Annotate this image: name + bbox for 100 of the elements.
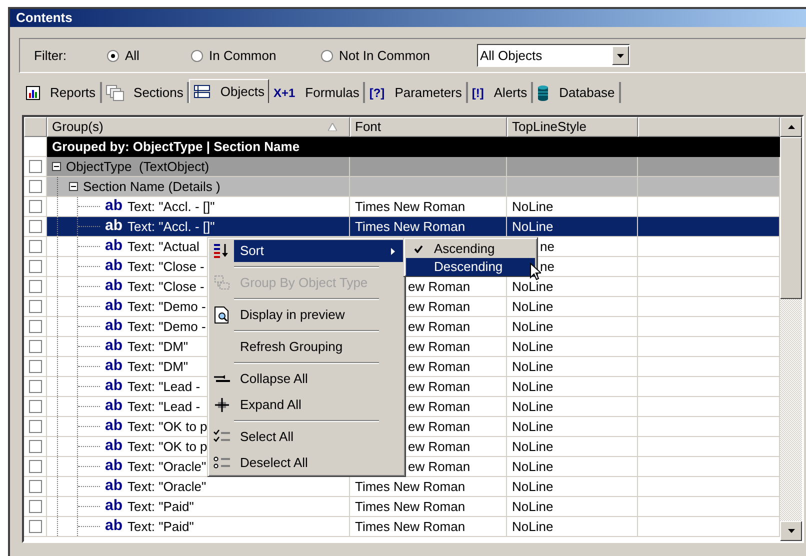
tab-symbol: [!]: [472, 84, 484, 102]
scroll-up-button[interactable]: [780, 117, 802, 137]
table-cell-text: NoLine: [512, 218, 554, 236]
row-checkbox[interactable]: [28, 400, 42, 413]
table-cell-text: NoLine: [512, 378, 554, 396]
table-cell-text: ne: [540, 258, 554, 276]
table-cell-text: ne: [540, 238, 554, 256]
scroll-thumb[interactable]: [780, 137, 802, 299]
group-icon: [213, 274, 231, 292]
objects-dropdown[interactable]: All Objects: [477, 44, 630, 67]
row-checkbox[interactable]: [28, 340, 42, 353]
row-checkbox[interactable]: [28, 300, 42, 313]
object-name: Text: "Demo -: [128, 318, 206, 336]
row-checkbox[interactable]: [28, 240, 42, 253]
tab[interactable]: X+1 Formulas: [269, 82, 366, 103]
radio-option[interactable]: In Common: [191, 46, 321, 66]
group-row[interactable]: ObjectType (TextObject): [47, 157, 780, 177]
object-name: Text: "Close -: [128, 258, 204, 276]
object-name: Text: "OK to p: [128, 418, 208, 436]
row-checkbox[interactable]: [28, 420, 42, 433]
table-cell-text: NoLine: [512, 518, 554, 536]
table-row[interactable]: ab Text: "Oracle" Times New Roman NoLine: [47, 477, 780, 497]
column-header[interactable]: TopLineStyle: [507, 117, 638, 137]
menu-item[interactable]: Expand All: [210, 394, 403, 416]
table-row[interactable]: ab Text: "Accl. - []" Times New Roman NoLine: [47, 197, 780, 217]
row-checkbox[interactable]: [28, 160, 42, 173]
object-name: Text: "Accl. - []": [128, 198, 215, 216]
preview-icon: [213, 306, 231, 324]
type-label: ab: [105, 416, 123, 436]
table-cell-text: NoLine: [512, 458, 554, 476]
table-cell-text: NoLine: [512, 318, 554, 336]
type-label: ab: [105, 476, 123, 496]
column-header[interactable]: Font: [350, 117, 507, 137]
object-name: Text: "OK to p: [128, 438, 208, 456]
row-checkbox[interactable]: [28, 440, 42, 453]
mouse-pointer-icon: [530, 263, 541, 280]
type-label: ab: [105, 236, 123, 256]
scroll-down-button[interactable]: [780, 521, 802, 541]
tab[interactable]: Database: [533, 82, 621, 103]
table-cell-text: ew Roman: [408, 298, 470, 316]
row-checkbox[interactable]: [28, 520, 42, 533]
table-cell-text: NoLine: [512, 358, 554, 376]
row-checkbox[interactable]: [28, 280, 42, 293]
row-checkbox[interactable]: [28, 180, 42, 193]
table-icon: [194, 84, 210, 98]
radio-option[interactable]: All: [107, 46, 191, 66]
table-row[interactable]: ab Text: "Accl. - []" Times New Roman NoLine: [47, 217, 780, 237]
row-checkbox[interactable]: [28, 260, 42, 273]
object-name: Text: "Demo -: [128, 298, 206, 316]
menu-item[interactable]: Refresh Grouping: [210, 336, 403, 358]
row-checkbox[interactable]: [28, 380, 42, 393]
table-cell-text: ew Roman: [408, 438, 470, 456]
vertical-scrollbar[interactable]: [780, 117, 802, 541]
radio-button[interactable]: [321, 50, 333, 62]
tab[interactable]: Reports: [22, 82, 102, 103]
window-title: Contents: [16, 9, 72, 28]
type-label: ab: [105, 496, 123, 516]
chart-icon: [26, 86, 40, 100]
row-checkbox[interactable]: [28, 200, 42, 213]
tab[interactable]: [?] Parameters: [365, 82, 468, 103]
table-row[interactable]: ab Text: "Paid" Times New Roman NoLine: [47, 497, 780, 517]
radio-option[interactable]: Not In Common: [321, 46, 476, 66]
tab[interactable]: [!] Alerts: [468, 82, 534, 103]
row-checkbox[interactable]: [28, 360, 42, 373]
table-cell-text: ew Roman: [408, 318, 470, 336]
row-checkbox[interactable]: [28, 500, 42, 513]
table-cell-text: NoLine: [512, 498, 554, 516]
object-name: Text: "Paid": [128, 518, 194, 536]
menu-item[interactable]: Sort: [210, 240, 403, 262]
type-label: ab: [105, 336, 123, 356]
radio-button[interactable]: [107, 50, 119, 62]
menu-item[interactable]: Ascending: [406, 240, 535, 258]
row-checkbox[interactable]: [28, 320, 42, 333]
menu-item[interactable]: Descending: [406, 258, 535, 276]
object-name: Text: "Lead -: [128, 378, 200, 396]
table-cell-text: Times New Roman: [355, 518, 466, 536]
table-cell-text: ew Roman: [408, 398, 470, 416]
row-checkbox[interactable]: [28, 460, 42, 473]
table-cell-text: NoLine: [512, 398, 554, 416]
type-label: ab: [105, 196, 123, 216]
column-header[interactable]: [638, 117, 780, 137]
filter-label: Filter:: [34, 46, 68, 65]
collapse-toggle-icon[interactable]: [69, 182, 78, 191]
type-label: ab: [105, 436, 123, 456]
table-row[interactable]: ab Text: "Paid" Times New Roman NoLine: [47, 517, 780, 537]
type-label: ab: [105, 216, 123, 236]
collapse-toggle-icon[interactable]: [52, 162, 61, 171]
radio-button[interactable]: [191, 50, 203, 62]
tab-symbol: [?]: [369, 84, 385, 102]
table-cell-text: Times New Roman: [355, 218, 466, 236]
up-arrow-icon: [788, 125, 794, 129]
submenu-arrow-icon: [391, 248, 395, 254]
column-header[interactable]: Group(s): [47, 117, 350, 137]
expand-icon: [213, 396, 231, 414]
dropdown-value: All Objects: [479, 46, 544, 65]
row-checkbox[interactable]: [28, 480, 42, 493]
table-cell-text: NoLine: [512, 478, 554, 496]
row-checkbox[interactable]: [28, 220, 42, 233]
group-row[interactable]: Section Name (Details ): [47, 177, 780, 197]
tab[interactable]: Objects: [189, 79, 270, 103]
